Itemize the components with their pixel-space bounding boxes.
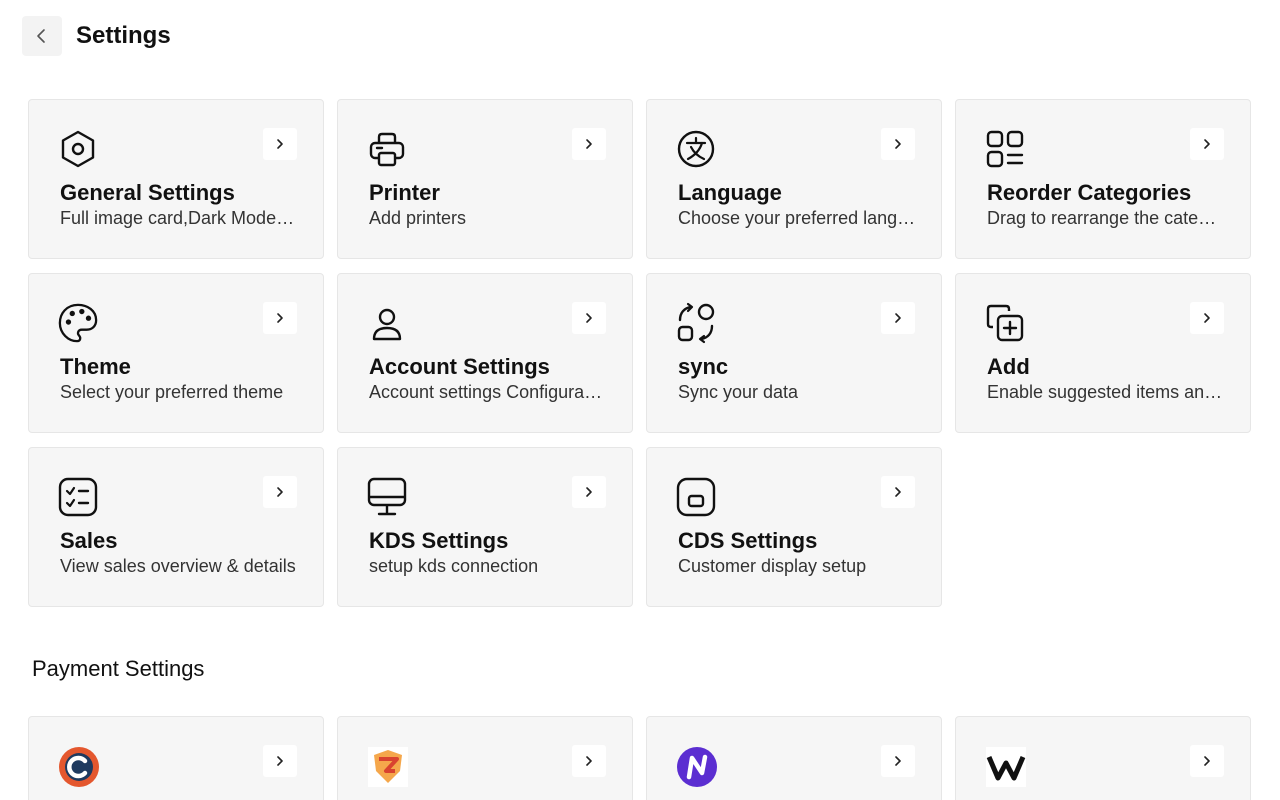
palette-icon [57, 302, 99, 344]
card-description: Drag to rearrange the categories [987, 208, 1225, 228]
card-description: Choose your preferred language [678, 208, 916, 228]
printer-card[interactable]: Printer Add printers [337, 99, 633, 259]
provider-c-logo-icon [57, 745, 101, 789]
payment-providers-grid [28, 716, 1252, 800]
card-title: Theme [60, 354, 131, 379]
card-description: Sync your data [678, 382, 799, 402]
card-title: Sales [60, 528, 118, 553]
chevron-right-icon[interactable] [572, 476, 606, 508]
chevron-right-icon[interactable] [881, 302, 915, 334]
hexagon-settings-icon [57, 128, 99, 170]
chevron-right-icon[interactable] [263, 128, 297, 160]
sales-card[interactable]: Sales View sales overview & details [28, 447, 324, 607]
card-title: General Settings [60, 180, 235, 205]
payment-provider-card[interactable] [955, 716, 1251, 800]
card-title: KDS Settings [369, 528, 509, 553]
customer-display-icon [675, 476, 717, 518]
reorder-categories-card[interactable]: Reorder Categories Drag to rearrange the… [955, 99, 1251, 259]
account-settings-card[interactable]: Account Settings Account settings Config… [337, 273, 633, 433]
chevron-right-icon[interactable] [1190, 128, 1224, 160]
card-title: Add [987, 354, 1030, 379]
sync-card[interactable]: sync Sync your data [646, 273, 942, 433]
monitor-icon [366, 476, 408, 518]
chevron-right-icon[interactable] [263, 302, 297, 334]
page-header: Settings [22, 16, 171, 56]
card-description: Select your preferred theme [60, 382, 284, 402]
cds-settings-card[interactable]: CDS Settings Customer display setup [646, 447, 942, 607]
payment-settings-heading: Payment Settings [32, 656, 205, 681]
chevron-right-icon[interactable] [881, 745, 915, 777]
card-description: Enable suggested items and more [987, 382, 1225, 402]
card-description: View sales overview & details [60, 556, 296, 576]
back-button[interactable] [22, 16, 62, 56]
grid-list-icon [984, 128, 1026, 170]
card-title: sync [678, 354, 729, 379]
provider-w-logo-icon [984, 745, 1028, 789]
chevron-right-icon[interactable] [1190, 745, 1224, 777]
chevron-right-icon[interactable] [881, 476, 915, 508]
payment-provider-card[interactable] [646, 716, 942, 800]
language-card[interactable]: Language Choose your preferred language [646, 99, 942, 259]
card-description: Customer display setup [678, 556, 867, 576]
chevron-right-icon[interactable] [263, 745, 297, 777]
chevron-left-icon [37, 29, 45, 43]
chevron-right-icon[interactable] [881, 128, 915, 160]
kds-settings-card[interactable]: KDS Settings setup kds connection [337, 447, 633, 607]
printer-icon [366, 128, 408, 170]
payment-provider-card[interactable] [28, 716, 324, 800]
card-description: Add printers [369, 208, 467, 228]
language-icon [675, 128, 717, 170]
card-title: Account Settings [369, 354, 550, 379]
chevron-right-icon[interactable] [572, 745, 606, 777]
chevron-right-icon[interactable] [572, 302, 606, 334]
card-description: setup kds connection [369, 556, 539, 576]
card-title: CDS Settings [678, 528, 818, 553]
payment-provider-card[interactable] [337, 716, 633, 800]
card-description: Full image card,Dark Mode and more [60, 208, 298, 228]
provider-n-logo-icon [675, 745, 719, 789]
chevron-right-icon[interactable] [263, 476, 297, 508]
card-title: Reorder Categories [987, 180, 1192, 205]
card-title: Language [678, 180, 782, 205]
general-settings-card[interactable]: General Settings Full image card,Dark Mo… [28, 99, 324, 259]
user-icon [366, 302, 408, 344]
settings-grid: General Settings Full image card,Dark Mo… [28, 99, 1252, 607]
chevron-right-icon[interactable] [572, 128, 606, 160]
chevron-right-icon[interactable] [1190, 302, 1224, 334]
provider-shield-logo-icon [366, 745, 410, 789]
theme-card[interactable]: Theme Select your preferred theme [28, 273, 324, 433]
page-title: Settings [76, 22, 171, 49]
add-copy-icon [984, 302, 1026, 344]
add-card[interactable]: Add Enable suggested items and more [955, 273, 1251, 433]
sync-icon [675, 302, 717, 344]
checklist-icon [57, 476, 99, 518]
card-description: Account settings Configuration [369, 382, 607, 402]
card-title: Printer [369, 180, 440, 205]
